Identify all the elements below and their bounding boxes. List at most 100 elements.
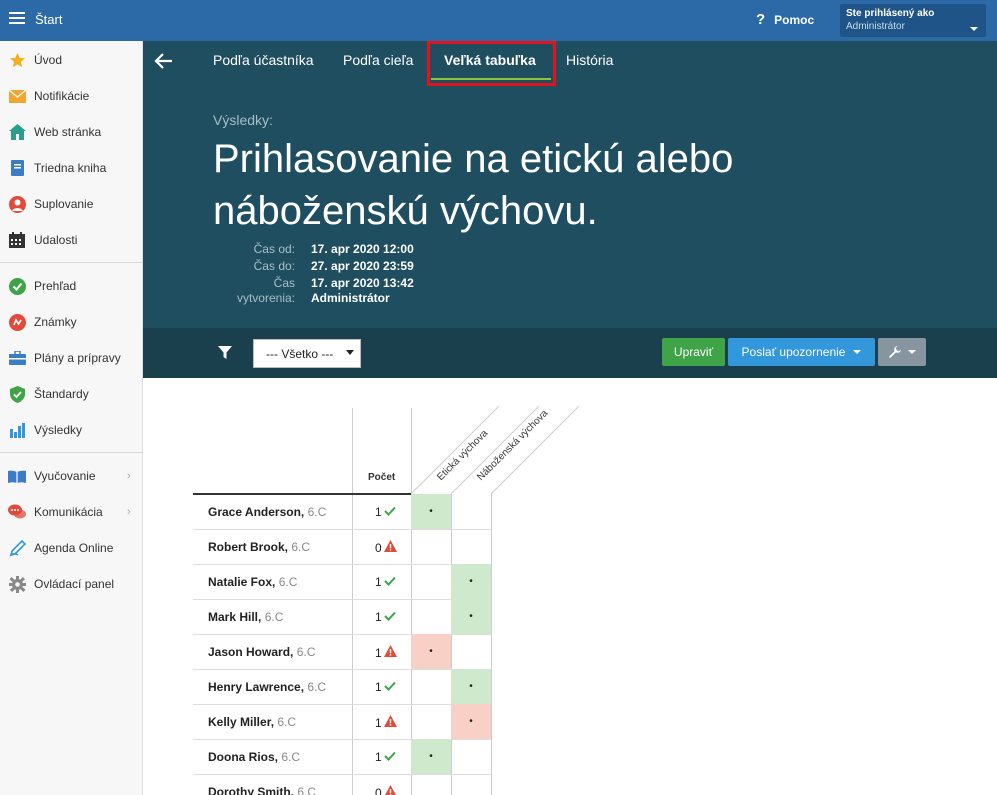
sidebar-item-suplovanie[interactable]: Suplovanie xyxy=(0,192,143,216)
sidebar-item-label: Výsledky xyxy=(34,423,83,437)
table-grid-line xyxy=(491,494,492,795)
filter-icon[interactable] xyxy=(218,346,232,360)
sidebar-item-label: Ovládací panel xyxy=(34,577,115,591)
result-cell[interactable]: • xyxy=(451,704,491,739)
result-cell[interactable] xyxy=(411,529,451,564)
warning-icon xyxy=(383,715,397,730)
hamburger-menu-icon[interactable] xyxy=(9,12,25,25)
tab-by-participant[interactable]: Podľa účastníka xyxy=(213,52,314,68)
user-dropdown[interactable]: Ste prihlásený ako Administrátor xyxy=(840,4,986,37)
result-cell[interactable] xyxy=(411,669,451,704)
student-class: 6.C xyxy=(277,715,297,729)
app-title[interactable]: Štart xyxy=(35,12,62,27)
student-name-text: Mark Hill xyxy=(208,610,259,624)
meta-from-value: 17. apr 2020 12:00 xyxy=(311,242,414,256)
student-name[interactable]: Mark Hill, 6.C xyxy=(208,610,283,624)
result-cell[interactable]: • xyxy=(411,739,451,774)
result-cell[interactable]: • xyxy=(451,564,491,599)
meta-from-label: Čas od: xyxy=(253,242,295,256)
tab-by-goal[interactable]: Podľa cieľa xyxy=(343,52,413,68)
student-class: 6.C xyxy=(291,540,311,554)
caret-down-icon xyxy=(970,27,978,31)
result-cell[interactable] xyxy=(451,529,491,564)
result-cell[interactable]: • xyxy=(451,669,491,704)
sidebar-item-agenda-online[interactable]: Agenda Online xyxy=(0,536,143,560)
result-cell[interactable]: • xyxy=(451,599,491,634)
meta-created-value: 17. apr 2020 13:42 Administrátor xyxy=(311,276,414,305)
student-name[interactable]: Kelly Miller, 6.C xyxy=(208,715,296,729)
result-cell[interactable] xyxy=(411,704,451,739)
result-cell[interactable] xyxy=(451,634,491,669)
sidebar: Úvod Notifikácie Web stránka Triedna kniha S… xyxy=(0,41,143,795)
row-count-value: 1 xyxy=(375,750,382,764)
sidebar-item-znamky[interactable]: Známky xyxy=(0,310,143,334)
student-name[interactable]: Robert Brook, 6.C xyxy=(208,540,310,554)
sidebar-item-triedna-kniha[interactable]: Triedna kniha xyxy=(0,156,143,180)
sidebar-item-udalosti[interactable]: Udalosti xyxy=(0,228,143,252)
sidebar-item-ovladaci-panel[interactable]: Ovládací panel xyxy=(0,572,143,596)
result-cell[interactable] xyxy=(451,774,491,795)
result-cell[interactable]: • xyxy=(411,494,451,529)
meta-to-label: Čas do: xyxy=(253,259,295,273)
question-icon: ? xyxy=(756,11,766,28)
result-cell[interactable] xyxy=(451,494,491,529)
envelope-icon xyxy=(8,87,26,105)
filter-select-value: --- Všetko --- xyxy=(266,347,334,361)
meta-to-value: 27. apr 2020 23:59 xyxy=(311,259,414,273)
sidebar-item-plany[interactable]: Plány a prípravy xyxy=(0,346,143,370)
student-name[interactable]: Jason Howard, 6.C xyxy=(208,645,315,659)
warning-icon xyxy=(383,540,397,555)
sidebar-item-label: Udalosti xyxy=(34,233,78,247)
student-name-text: Grace Anderson xyxy=(208,505,301,519)
sidebar-item-label: Komunikácia xyxy=(34,505,103,519)
filter-select[interactable]: --- Všetko --- xyxy=(253,339,361,368)
result-cell[interactable] xyxy=(411,774,451,795)
sidebar-item-label: Vyučovanie xyxy=(34,469,96,483)
row-count-value: 0 xyxy=(375,785,382,795)
edit-button[interactable]: Upraviť xyxy=(662,338,725,366)
sidebar-item-label: Plány a prípravy xyxy=(34,351,121,365)
person-icon xyxy=(8,195,26,213)
student-name[interactable]: Natalie Fox, 6.C xyxy=(208,575,297,589)
help-link[interactable]: ? Pomoc xyxy=(756,11,814,28)
student-class: 6.C xyxy=(296,645,316,659)
pen-icon xyxy=(8,539,26,557)
result-cell[interactable] xyxy=(411,564,451,599)
wrench-icon xyxy=(889,346,901,358)
student-class: 6.C xyxy=(278,575,298,589)
sidebar-item-web-stranka[interactable]: Web stránka xyxy=(0,120,143,144)
sidebar-item-prehlad[interactable]: Prehľad xyxy=(0,274,143,298)
student-name[interactable]: Grace Anderson, 6.C xyxy=(208,505,326,519)
student-name[interactable]: Henry Lawrence, 6.C xyxy=(208,680,326,694)
row-count: 0 xyxy=(375,785,397,795)
result-cell[interactable] xyxy=(451,739,491,774)
tools-dropdown-button[interactable] xyxy=(878,338,926,366)
sidebar-item-standardy[interactable]: Štandardy xyxy=(0,382,143,406)
big-table: Počet Etická výchova Náboženská výchova Gr… xyxy=(143,378,997,795)
gear-icon xyxy=(8,575,26,593)
back-arrow-icon[interactable] xyxy=(154,52,174,70)
tab-history[interactable]: História xyxy=(566,52,613,68)
sidebar-item-label: Prehľad xyxy=(34,279,77,293)
sidebar-item-label: Štandardy xyxy=(34,387,89,401)
student-class: 6.C xyxy=(264,610,284,624)
row-count: 1 xyxy=(375,575,396,589)
send-notification-button[interactable]: Poslať upozornenie xyxy=(728,338,875,366)
sidebar-item-vyucovanie[interactable]: Vyučovanie › xyxy=(0,464,143,488)
result-cell[interactable] xyxy=(411,599,451,634)
student-name[interactable]: Doona Rios, 6.C xyxy=(208,750,300,764)
row-count-value: 1 xyxy=(375,610,382,624)
sidebar-item-label: Úvod xyxy=(34,53,63,67)
sidebar-item-vysledky[interactable]: Výsledky xyxy=(0,418,143,442)
send-notification-label: Poslať upozornenie xyxy=(741,345,846,359)
sidebar-item-notifikacie[interactable]: Notifikácie xyxy=(0,84,143,108)
tab-highlight-frame xyxy=(427,41,556,86)
user-name: Administrátor xyxy=(846,21,905,32)
sidebar-item-komunikacia[interactable]: Komunikácia › xyxy=(0,500,143,524)
sidebar-item-uvod[interactable]: Úvod xyxy=(0,48,143,72)
row-count: 1 xyxy=(375,610,396,624)
student-class: 6.C xyxy=(307,680,327,694)
result-cell[interactable]: • xyxy=(411,634,451,669)
select-arrow-icon xyxy=(346,350,354,355)
student-name[interactable]: Dorothy Smith, 6.C xyxy=(208,785,316,795)
